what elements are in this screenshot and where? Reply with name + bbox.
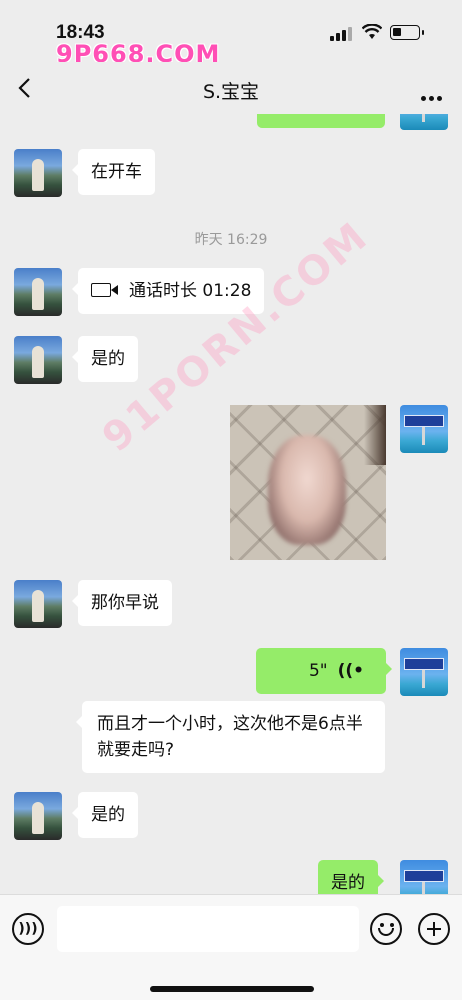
message-received[interactable]: 是的 — [72, 336, 138, 382]
avatar-self[interactable] — [400, 648, 448, 696]
avatar-contact[interactable] — [14, 792, 62, 840]
video-call-icon — [91, 283, 118, 297]
chat-title: S.宝宝 — [202, 81, 260, 103]
battery-icon — [390, 25, 424, 40]
message-image[interactable] — [230, 405, 386, 560]
input-bar: ))) — [0, 894, 462, 1000]
more-functions-icon[interactable] — [418, 913, 450, 945]
avatar-self[interactable] — [400, 405, 448, 453]
emoji-icon[interactable] — [370, 913, 402, 945]
avatar-self[interactable] — [400, 114, 448, 130]
more-options-icon[interactable] — [418, 86, 442, 105]
avatar-contact[interactable] — [14, 336, 62, 384]
status-bar: 18:43 9P668.COM — [0, 0, 462, 68]
message-received[interactable]: 在开车 — [72, 149, 155, 195]
message-received[interactable]: 而且才一个小时，这次他不是6点半就要走吗? — [76, 701, 385, 773]
message-received[interactable]: 那你早说 — [72, 580, 172, 626]
chat-header: S.宝宝 — [0, 62, 462, 114]
message-received[interactable]: 是的 — [72, 792, 138, 838]
signal-icon — [330, 27, 352, 41]
message-voice[interactable]: 5" ((• — [256, 648, 392, 694]
voice-duration: 5" — [308, 661, 328, 681]
voice-input-icon[interactable]: ))) — [12, 913, 44, 945]
avatar-contact[interactable] — [14, 268, 62, 316]
avatar-contact[interactable] — [14, 580, 62, 628]
message-call-record[interactable]: 通话时长 01:28 — [71, 268, 265, 314]
avatar-self[interactable] — [400, 860, 448, 894]
message-timestamp: 昨天 16:29 — [194, 232, 268, 248]
message-input[interactable] — [57, 906, 359, 952]
home-indicator — [150, 986, 314, 992]
message-sent[interactable]: 是的 — [318, 860, 384, 894]
chat-bubble-sent-partial — [257, 114, 385, 128]
voice-wave-icon: ((• — [337, 661, 364, 681]
wifi-icon — [361, 23, 383, 44]
call-duration-text: 通话时长 01:28 — [129, 281, 252, 301]
chat-area[interactable]: 在开车 昨天 16:29 通话时长 01:28 是的 那你早说 5" ((• 而且… — [0, 114, 462, 894]
avatar-contact[interactable] — [14, 149, 62, 197]
